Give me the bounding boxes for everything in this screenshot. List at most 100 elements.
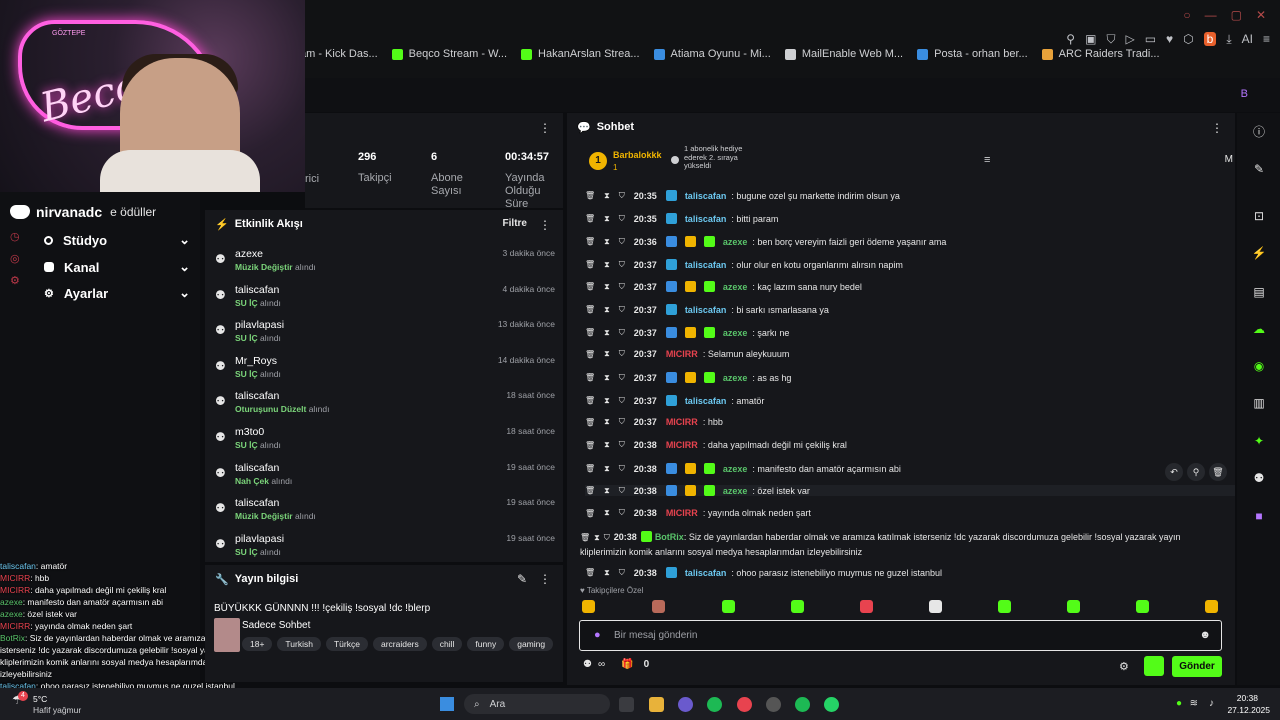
users-icon[interactable]: ⚉	[1251, 470, 1267, 486]
emote-picker-button[interactable]	[1144, 656, 1164, 676]
shield-icon[interactable]: ⛉	[619, 214, 625, 224]
chat-message[interactable]: 🗑 ⧗ ⛉ 20:38 azexe: özel istek var	[585, 485, 1235, 496]
tag-chip[interactable]: 18+	[242, 637, 273, 651]
bookmark-item[interactable]: Posta - orhan ber...	[917, 48, 1028, 60]
chat-username[interactable]: MICIRR	[666, 417, 698, 427]
trash-icon[interactable]: 🗑	[585, 418, 595, 427]
task-view-icon[interactable]	[619, 697, 634, 712]
chat-username[interactable]: azexe	[723, 486, 748, 496]
hourglass-icon[interactable]: ⧗	[604, 486, 610, 496]
trash-icon[interactable]: 🗑	[585, 373, 595, 382]
tag-chip[interactable]: gaming	[509, 637, 554, 651]
layout-icon[interactable]: ▥	[1251, 395, 1267, 411]
hourglass-icon[interactable]: ⧗	[604, 508, 610, 518]
download-icon[interactable]: ⤓	[1226, 32, 1231, 47]
tag-chip[interactable]: arcraiders	[372, 637, 427, 651]
more-icon[interactable]: ⋮	[539, 121, 551, 135]
shield-icon[interactable]: ⛉	[604, 533, 610, 542]
emote-icon[interactable]	[929, 600, 942, 613]
trash-icon[interactable]: 🗑	[585, 509, 595, 518]
chat-username[interactable]: taliscafan	[685, 305, 727, 315]
chat-message[interactable]: 🗑 ⧗ ⛉ 20:38 BotRix: Siz de yayınlardan haber…	[580, 530, 1220, 560]
emote-icon[interactable]	[1067, 600, 1080, 613]
close-icon[interactable]: ✕	[1256, 8, 1266, 22]
chat-username[interactable]: azexe	[723, 282, 748, 292]
chat-message[interactable]: 🗑 ⧗ ⛉ 20:37 azexe: kaç lazım sana nury bedel	[585, 281, 1235, 292]
chat-message[interactable]: 🗑 ⧗ ⛉ 20:37 azexe: şarkı ne	[585, 327, 1235, 338]
emote-icon[interactable]	[998, 600, 1011, 613]
chat-input-box[interactable]: ● Bir mesaj gönderin ☻	[579, 620, 1222, 651]
chat-username[interactable]: MICIRR	[666, 440, 698, 450]
tag-chip[interactable]: Turkish	[277, 637, 321, 651]
chat-username[interactable]: azexe	[723, 373, 748, 383]
discord-taskbar-icon[interactable]	[678, 697, 693, 712]
profile-icon[interactable]: B	[1241, 88, 1248, 100]
lightning-icon[interactable]: ⚡	[1251, 245, 1267, 261]
chat-username[interactable]: MICIRR	[666, 349, 698, 359]
gift-shop-icon[interactable]: 🎁	[621, 659, 633, 670]
hourglass-icon[interactable]: ⧗	[604, 417, 610, 427]
shield-icon[interactable]: ⛉	[619, 440, 625, 450]
chat-username[interactable]: taliscafan	[685, 260, 727, 270]
sidebar-item-studio[interactable]: Stüdyo ⌄	[44, 232, 190, 248]
trash-icon[interactable]: 🗑	[585, 350, 595, 359]
bookmark-item[interactable]: am - Kick Das...	[300, 48, 378, 60]
tag-chip[interactable]: chill	[431, 637, 463, 651]
tag-chip[interactable]: Türkçe	[325, 637, 368, 651]
edit-icon[interactable]: ✎	[517, 572, 527, 586]
chat-username[interactable]: taliscafan	[685, 191, 727, 201]
emote-icon[interactable]	[1205, 600, 1218, 613]
search-input[interactable]: Ara	[490, 699, 506, 710]
bookmark-item[interactable]: HakanArslan Strea...	[521, 48, 640, 60]
chat-settings-icon[interactable]: ⚙	[1119, 660, 1129, 673]
minimize-icon[interactable]: —	[1205, 8, 1217, 22]
obs-icon[interactable]	[766, 697, 781, 712]
opera-icon[interactable]	[737, 697, 752, 712]
trash-icon[interactable]: 🗑	[585, 214, 595, 223]
chat-username[interactable]: azexe	[723, 328, 748, 338]
filter-button[interactable]: Filtre	[503, 218, 527, 229]
hourglass-icon[interactable]: ⧗	[604, 396, 610, 406]
emoji-icon[interactable]: ☻	[1199, 629, 1211, 641]
chat-username[interactable]: azexe	[723, 464, 748, 474]
hourglass-icon[interactable]: ⧗	[604, 328, 610, 338]
hourglass-icon[interactable]: ⧗	[604, 305, 610, 315]
mic-tray-icon[interactable]: ●	[1176, 698, 1182, 709]
hourglass-icon[interactable]: ⧗	[604, 568, 610, 578]
chat-message[interactable]: 🗑 ⧗ ⛉ 20:38 taliscafan: ohoo parasız isteneb…	[585, 567, 1235, 578]
shield-icon[interactable]: ⛉	[619, 191, 625, 201]
chat-message[interactable]: 🗑 ⧗ ⛉ 20:38 MICIRR: yayında olmak neden şart	[585, 508, 1235, 518]
bookmark-item[interactable]: MailEnable Web M...	[784, 48, 903, 60]
trash-icon[interactable]: 🗑	[585, 328, 595, 337]
shield-icon[interactable]: ⛉	[1106, 32, 1115, 47]
points-icon[interactable]: ⚉	[583, 659, 592, 670]
document-icon[interactable]: ▤	[1251, 284, 1267, 300]
heart-icon[interactable]: ♥	[1166, 32, 1173, 46]
menu-icon[interactable]: ≡	[1263, 32, 1270, 46]
ai-button[interactable]: AI	[1242, 32, 1253, 46]
whatsapp-icon[interactable]	[824, 697, 839, 712]
hourglass-icon[interactable]: ⧗	[604, 440, 610, 450]
more-icon[interactable]: ⋮	[539, 572, 551, 586]
hourglass-icon[interactable]: ⧗	[604, 214, 610, 224]
bookmark-icon[interactable]: ▭	[1145, 32, 1156, 46]
pin-icon[interactable]: ⚲	[1066, 32, 1075, 46]
maximize-icon[interactable]: ▢	[1231, 8, 1242, 22]
shield-icon[interactable]: ⛉	[619, 282, 625, 292]
pencil-icon[interactable]: ✎	[1251, 161, 1267, 177]
trash-icon[interactable]: 🗑	[585, 396, 595, 405]
hourglass-icon[interactable]: ⧗	[604, 464, 610, 474]
trash-icon[interactable]: 🗑	[585, 191, 595, 200]
bookmark-item[interactable]: ARC Raiders Tradi...	[1041, 48, 1160, 60]
shield-icon[interactable]: ⛉	[619, 260, 625, 270]
chat-input[interactable]: Bir mesaj gönderin	[614, 630, 697, 641]
delete-icon[interactable]: 🗑	[1209, 463, 1227, 481]
tools-icon[interactable]: ✦	[1251, 433, 1267, 449]
trash-icon[interactable]: 🗑	[585, 441, 595, 450]
chat-message[interactable]: 🗑 ⧗ ⛉ 20:38 MICIRR: daha yapılmadı değil mi …	[585, 440, 1235, 450]
chat-username[interactable]: MICIRR	[666, 508, 698, 518]
taskbar-search[interactable]: ⌕ Ara	[464, 694, 610, 714]
spotify-alt-icon[interactable]	[795, 697, 810, 712]
chat-message[interactable]: 🗑 ⧗ ⛉ 20:37 azexe: as as hg	[585, 372, 1235, 383]
chat-message[interactable]: 🗑 ⧗ ⛉ 20:37 taliscafan: olur olur en kotu or…	[585, 259, 1235, 270]
